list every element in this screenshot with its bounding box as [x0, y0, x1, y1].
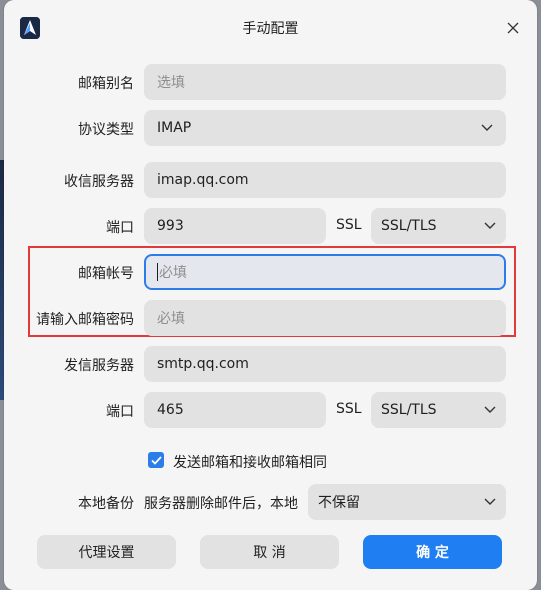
incoming-ssl-label: SSL — [336, 217, 362, 233]
password-input[interactable]: 必填 — [144, 300, 506, 336]
protocol-label: 协议类型 — [78, 122, 134, 138]
incoming-server-input[interactable]: imap.qq.com — [144, 162, 506, 198]
cancel-button[interactable]: 取 消 — [200, 535, 339, 569]
backup-label: 本地备份 — [78, 496, 134, 512]
account-placeholder: 必填 — [159, 265, 187, 281]
alias-label: 邮箱别名 — [78, 76, 134, 92]
same-account-label: 发送邮箱和接收邮箱相同 — [173, 455, 327, 471]
chevron-down-icon — [481, 124, 493, 131]
incoming-ssl-value: SSL/TLS — [381, 218, 437, 234]
chevron-down-icon — [484, 498, 496, 505]
backup-select[interactable]: 不保留 — [308, 484, 506, 520]
incoming-port-label: 端口 — [106, 220, 134, 236]
incoming-ssl-select[interactable]: SSL/TLS — [371, 208, 506, 244]
backup-value: 不保留 — [318, 495, 360, 511]
outgoing-port-label: 端口 — [106, 404, 134, 420]
manual-config-dialog: 手动配置 邮箱别名 选填 协议类型 IMAP 收信服务器 imap.qq.com… — [4, 0, 537, 590]
same-account-checkbox[interactable] — [148, 452, 164, 468]
backup-description: 服务器删除邮件后，本地 — [144, 496, 298, 512]
account-label: 邮箱帐号 — [78, 266, 134, 282]
chevron-down-icon — [484, 406, 496, 413]
incoming-server-label: 收信服务器 — [64, 174, 134, 190]
window-title: 手动配置 — [242, 21, 299, 37]
proxy-settings-button[interactable]: 代理设置 — [37, 535, 176, 569]
outgoing-server-label: 发信服务器 — [64, 358, 134, 374]
chevron-down-icon — [484, 222, 496, 229]
alias-input[interactable]: 选填 — [144, 64, 506, 100]
close-button[interactable] — [502, 17, 524, 39]
close-icon — [507, 22, 519, 34]
outgoing-ssl-label: SSL — [336, 401, 362, 417]
protocol-value: IMAP — [157, 120, 192, 136]
ok-button[interactable]: 确 定 — [363, 535, 502, 569]
outgoing-server-input[interactable]: smtp.qq.com — [144, 346, 506, 382]
protocol-select[interactable]: IMAP — [144, 110, 506, 146]
account-input[interactable]: 必填 — [144, 254, 506, 290]
outgoing-ssl-select[interactable]: SSL/TLS — [371, 392, 506, 428]
titlebar: 手动配置 — [4, 0, 537, 56]
outgoing-ssl-value: SSL/TLS — [381, 402, 437, 418]
checkmark-icon — [150, 455, 162, 465]
password-label: 请输入邮箱密码 — [36, 312, 134, 328]
outgoing-port-input[interactable]: 465 — [144, 392, 326, 428]
incoming-port-input[interactable]: 993 — [144, 208, 326, 244]
text-caret — [157, 263, 158, 281]
